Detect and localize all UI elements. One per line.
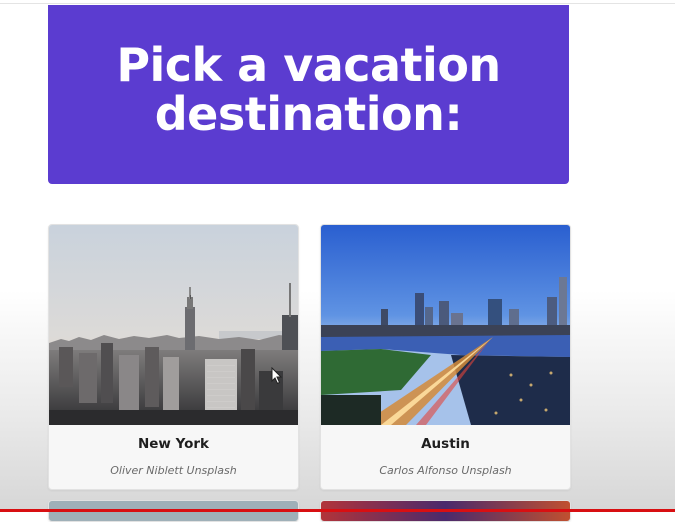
destination-card-new-york[interactable]: New York Oliver Niblett Unsplash (48, 224, 299, 490)
destination-card-austin[interactable]: Austin Carlos Alfonso Unsplash (320, 224, 571, 490)
page-title: Pick a vacation destination: (116, 37, 501, 141)
top-divider (0, 3, 675, 4)
photo-credit: Carlos Alfonso Unsplash (379, 464, 512, 477)
page-header: Pick a vacation destination: (48, 5, 569, 184)
new-york-photo (49, 225, 298, 425)
destination-name: New York (137, 436, 210, 452)
austin-photo (321, 225, 570, 425)
destination-name: Austin (421, 436, 470, 452)
photo-credit: Oliver Niblett Unsplash (110, 464, 237, 477)
mouse-cursor-icon (271, 367, 283, 385)
